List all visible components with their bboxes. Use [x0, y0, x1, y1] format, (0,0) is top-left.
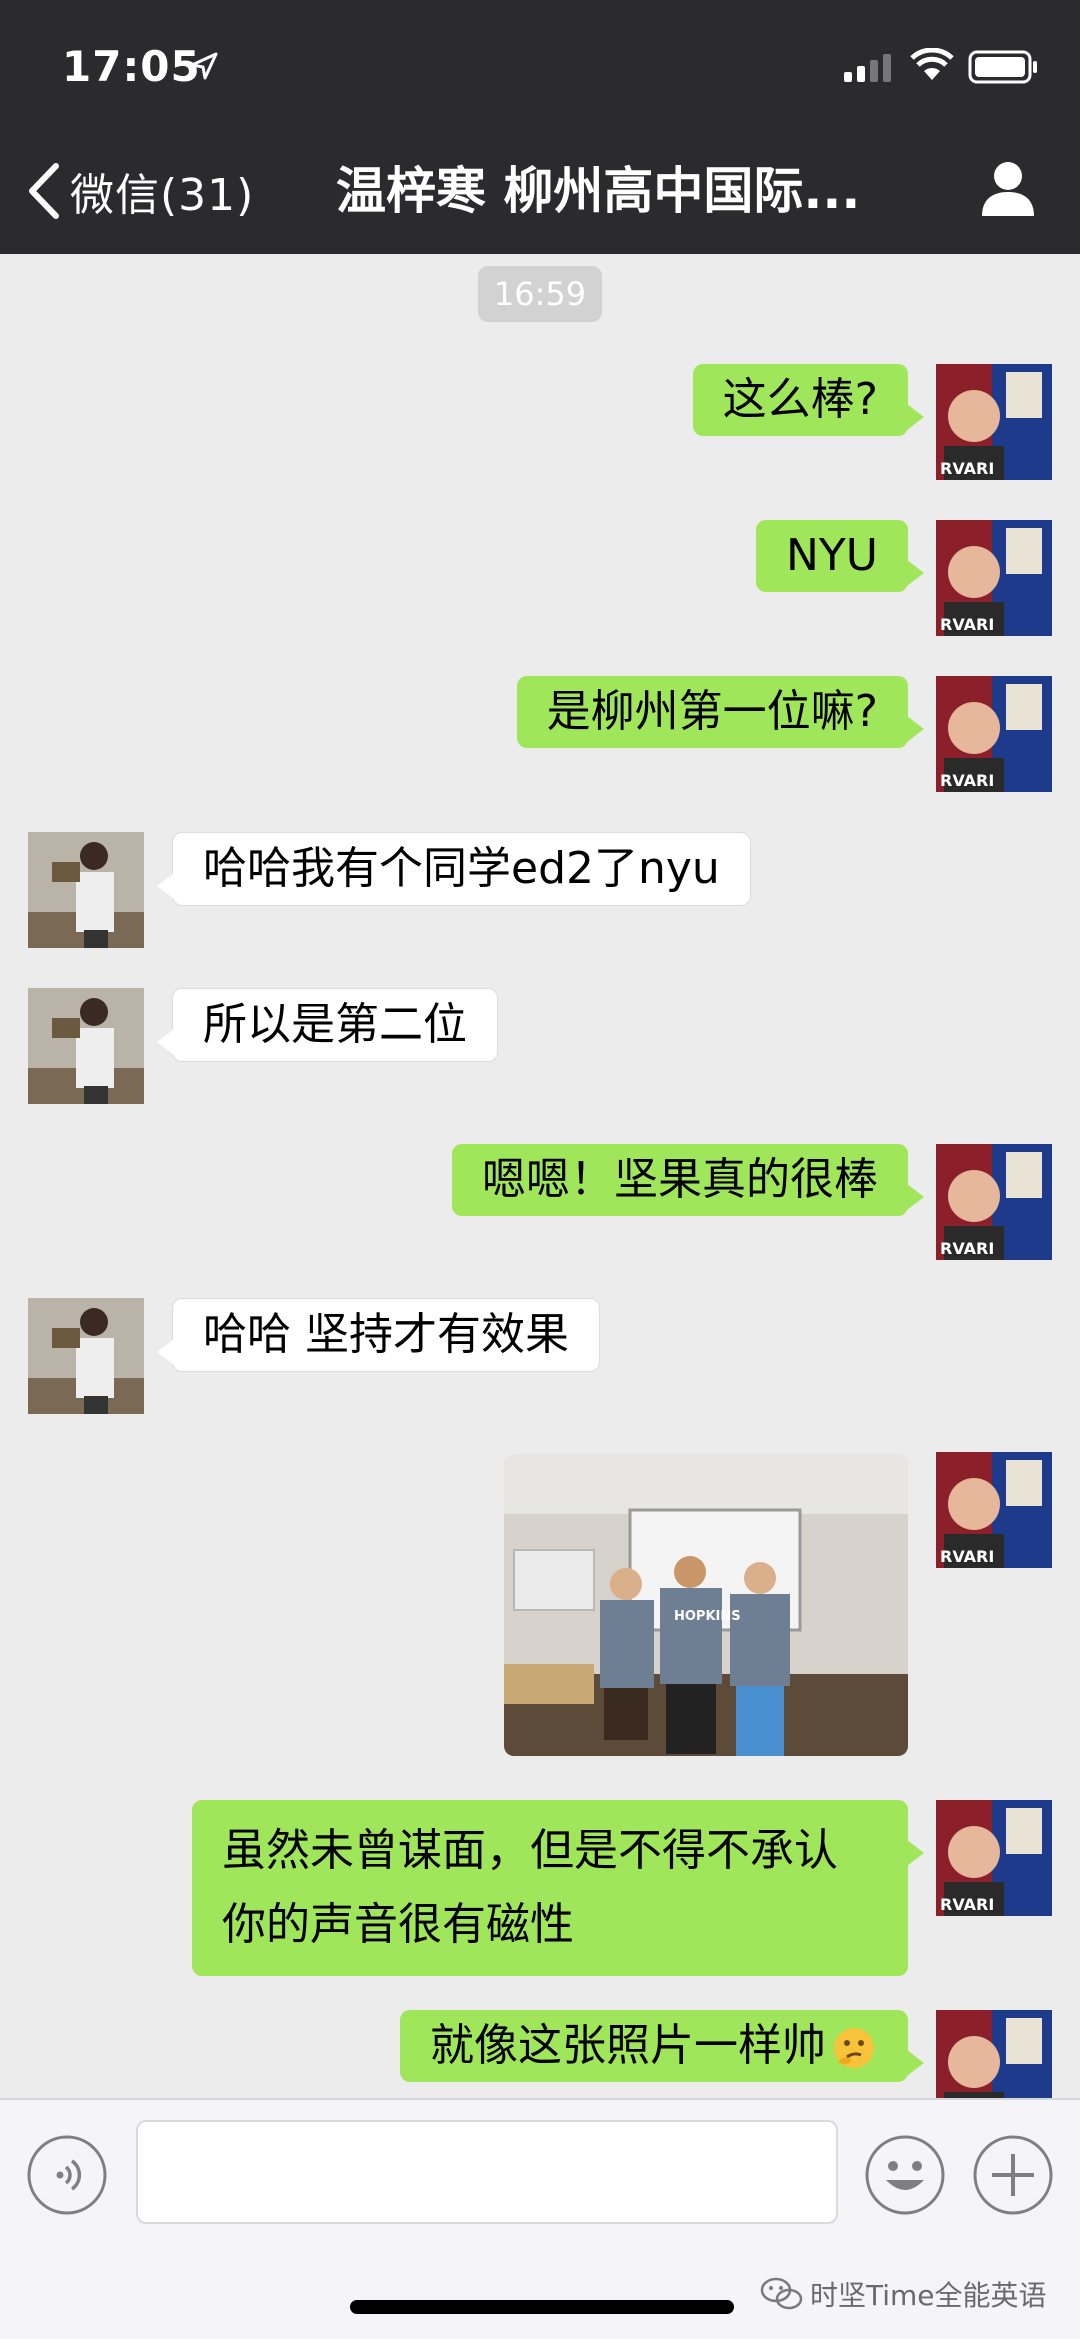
- location-arrow-icon: [190, 52, 218, 80]
- home-indicator[interactable]: [350, 2300, 734, 2314]
- chat-header: 17:05 微信(31) 温梓寒 柳州高中国际...: [0, 0, 1080, 254]
- message-bubble-me[interactable]: 是柳州第一位嘛?: [516, 676, 925, 748]
- my-avatar[interactable]: RVARI: [936, 1144, 1052, 1260]
- chat-title: 温梓寒 柳州高中国际...: [336, 162, 861, 220]
- emoji-icon[interactable]: [864, 2134, 946, 2216]
- status-time: 17:05: [62, 42, 201, 91]
- contact-avatar[interactable]: [28, 988, 144, 1104]
- back-label: 微信(31): [70, 170, 255, 221]
- watermark: 时坚Time全能英语: [760, 2272, 1047, 2316]
- my-avatar[interactable]: RVARI: [936, 676, 1052, 792]
- thinking-face-icon: [834, 2028, 874, 2068]
- signal-icon: [844, 54, 891, 82]
- message-bubble-other[interactable]: 所以是第二位: [157, 988, 498, 1062]
- svg-text:RVARI: RVARI: [940, 1239, 994, 1258]
- my-avatar[interactable]: RVARI: [936, 520, 1052, 636]
- message-bubble-me[interactable]: NYU: [756, 520, 924, 592]
- wifi-icon: [910, 48, 954, 80]
- profile-icon[interactable]: [978, 158, 1038, 218]
- message-bubble-me[interactable]: 这么棒?: [692, 364, 925, 436]
- message-bubble-other[interactable]: 哈哈 坚持才有效果: [157, 1298, 600, 1372]
- plus-icon[interactable]: [972, 2134, 1054, 2216]
- svg-text:RVARI: RVARI: [940, 459, 994, 478]
- contact-avatar[interactable]: [28, 1298, 144, 1414]
- battery-icon: [968, 50, 1037, 84]
- contact-avatar[interactable]: [28, 832, 144, 948]
- message-bubble-me[interactable]: 嗯嗯！坚果真的很棒: [452, 1144, 924, 1216]
- message-bubble-me[interactable]: 虽然未曾谋面，但是不得不承认你的声音很有磁性: [192, 1800, 924, 1976]
- watermark-text: 时坚Time全能英语: [810, 2279, 1047, 2312]
- svg-text:RVARI: RVARI: [940, 1547, 994, 1566]
- voice-icon[interactable]: [26, 2134, 108, 2216]
- message-image[interactable]: HOPKINS: [504, 1454, 908, 1756]
- message-bubble-other[interactable]: 哈哈我有个同学ed2了nyu: [157, 832, 751, 906]
- wechat-logo-icon: [760, 2277, 803, 2310]
- my-avatar[interactable]: RVARI: [936, 1452, 1052, 1568]
- my-avatar[interactable]: RVARI: [936, 364, 1052, 480]
- svg-text:RVARI: RVARI: [940, 771, 994, 790]
- my-avatar[interactable]: RVARI: [936, 1800, 1052, 1916]
- message-bubble-me[interactable]: 就像这张照片一样帅: [400, 2010, 924, 2082]
- svg-text:RVARI: RVARI: [940, 615, 994, 634]
- back-button[interactable]: 微信(31): [26, 156, 254, 226]
- svg-text:RVARI: RVARI: [940, 1895, 994, 1914]
- back-chevron-icon: [29, 163, 59, 219]
- message-input[interactable]: [136, 2120, 838, 2224]
- hopkins-shirt-text: HOPKINS: [674, 1609, 741, 1624]
- message-timestamp: 16:59: [478, 266, 602, 322]
- message-text: 就像这张照片一样帅: [430, 2020, 826, 2071]
